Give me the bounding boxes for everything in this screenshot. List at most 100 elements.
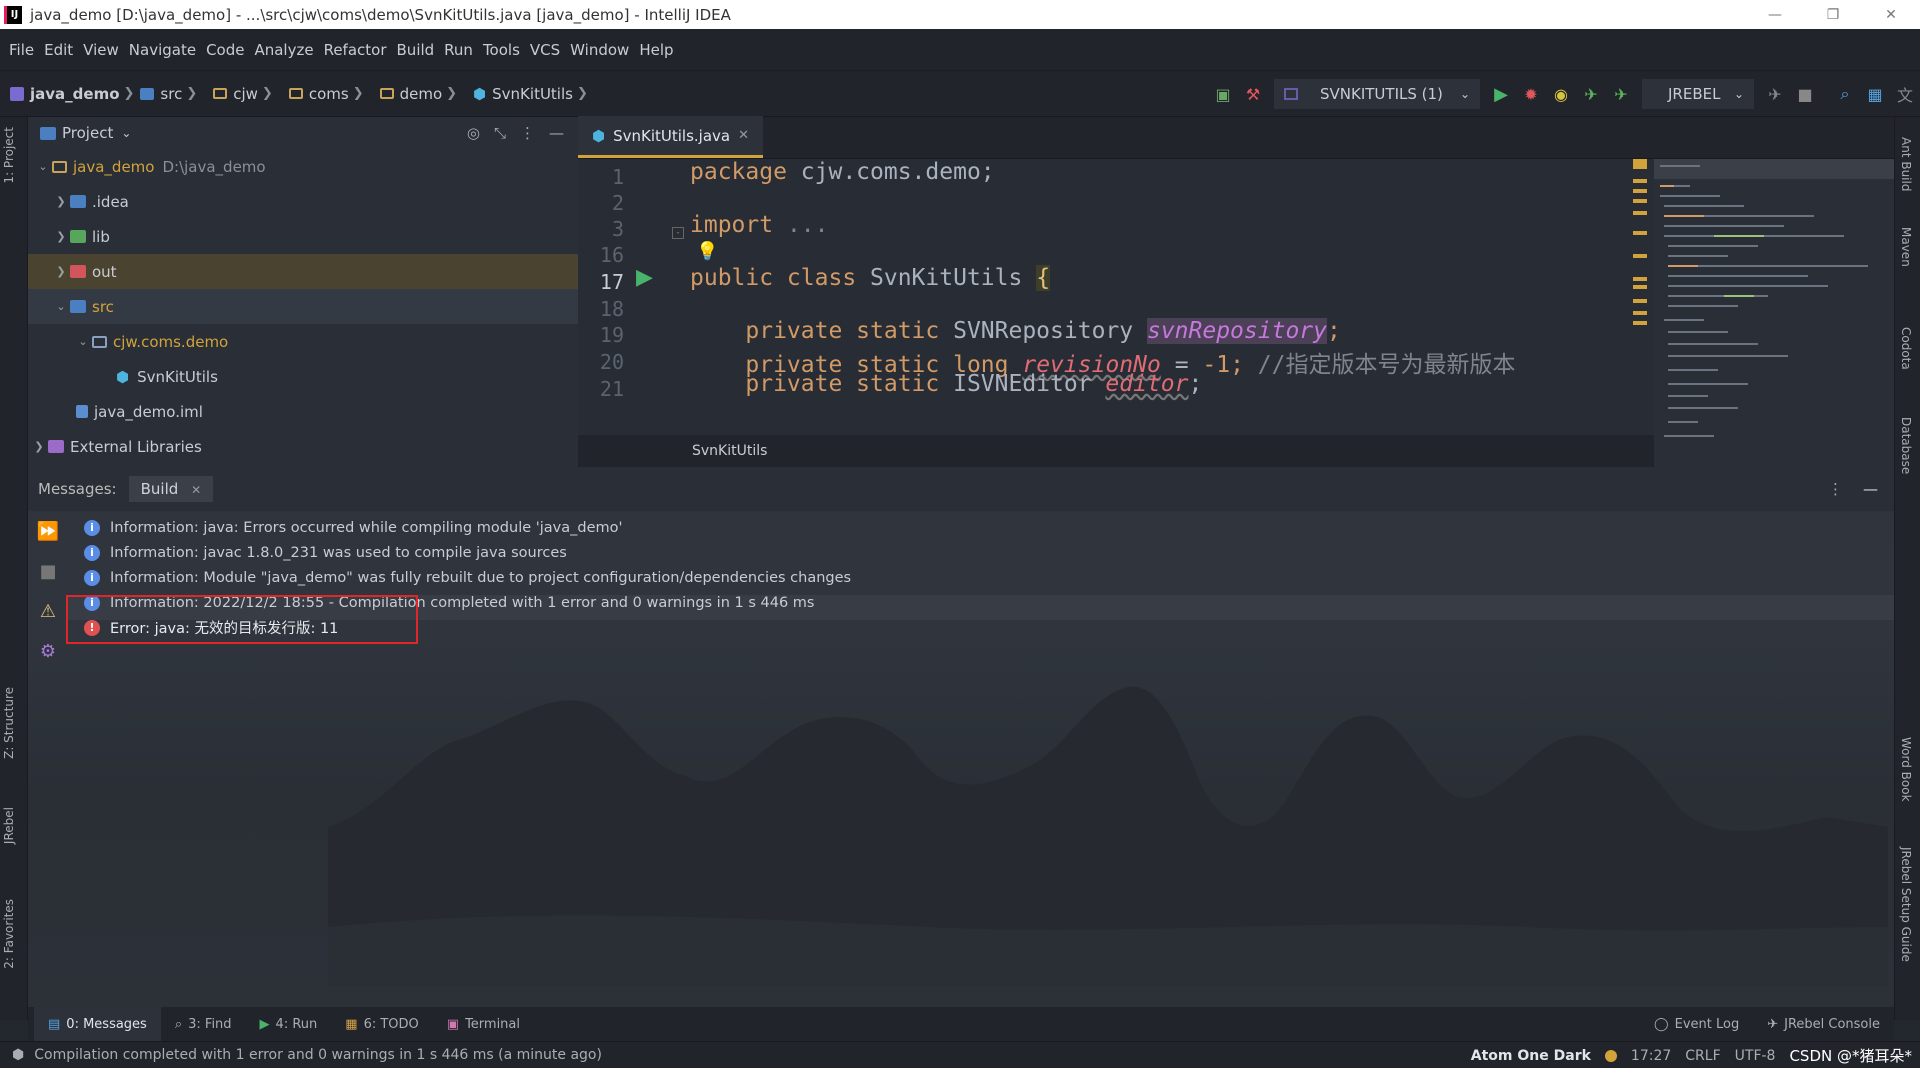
file-encoding[interactable]: UTF-8: [1735, 1048, 1776, 1064]
line-separator[interactable]: CRLF: [1685, 1048, 1720, 1064]
tool-tab-ant-build[interactable]: Ant Build: [1899, 137, 1913, 191]
editor-tab-svnkitutils[interactable]: ⬢ SvnKitUtils.java ✕: [578, 116, 764, 158]
tool-tab-favorites[interactable]: 2: Favorites: [2, 899, 16, 969]
more-options-icon[interactable]: ⋮: [520, 124, 535, 142]
lightbulb-icon[interactable]: 💡: [696, 241, 718, 262]
terminal-icon[interactable]: ▣: [1208, 79, 1238, 109]
breadcrumb-src[interactable]: src: [160, 85, 182, 103]
chevron-right-icon[interactable]: ❯: [52, 265, 70, 278]
tool-tab-jrebel-setup-guide[interactable]: JRebel Setup Guide: [1899, 847, 1913, 962]
tree-item-java-demo[interactable]: ⌄ java_demo D:\java_demo: [28, 149, 578, 184]
tool-tab-structure[interactable]: Z: Structure: [2, 687, 16, 759]
tree-item-lib[interactable]: ❯ lib: [28, 219, 578, 254]
status-build-icon[interactable]: ⬢: [12, 1047, 24, 1063]
breadcrumb-svnkitutils[interactable]: SvnKitUtils: [492, 85, 573, 103]
tool-tab-codota[interactable]: Codota: [1899, 327, 1913, 370]
tool-tab-project[interactable]: 1: Project: [2, 127, 16, 184]
menu-help[interactable]: Help: [634, 41, 678, 59]
tool-tab-event-log[interactable]: ◯ Event Log: [1640, 1007, 1753, 1041]
stop-icon[interactable]: ■: [28, 551, 68, 591]
project-structure-icon[interactable]: ▦: [1860, 79, 1890, 109]
more-options-icon[interactable]: ⋮: [1828, 480, 1843, 498]
chevron-right-icon[interactable]: ❯: [30, 440, 48, 453]
status-text[interactable]: Compilation completed with 1 error and 0…: [34, 1047, 602, 1063]
message-row[interactable]: i Information: Module "java_demo" was fu…: [84, 565, 851, 590]
chevron-down-icon[interactable]: ⌄: [52, 300, 70, 313]
menu-refactor[interactable]: Refactor: [319, 41, 392, 59]
warning-filter-icon[interactable]: ⚠: [28, 591, 68, 631]
rerun-icon[interactable]: ⏩: [28, 511, 68, 551]
tree-item-package[interactable]: ⌄ cjw.coms.demo: [28, 324, 578, 359]
restore-icon[interactable]: ❐: [1804, 0, 1862, 29]
tool-tab-jrebel-console[interactable]: ✈ JRebel Console: [1753, 1007, 1894, 1041]
breadcrumb-coms[interactable]: coms: [309, 85, 349, 103]
locate-icon[interactable]: ◎: [467, 124, 480, 142]
error-stripe[interactable]: [1630, 159, 1648, 435]
cursor-position[interactable]: 17:27: [1631, 1048, 1671, 1064]
tree-item-idea[interactable]: ❯ .idea: [28, 184, 578, 219]
fold-icon[interactable]: -: [672, 227, 684, 239]
tool-tab-todo[interactable]: ▦ 6: TODO: [331, 1007, 433, 1041]
menu-build[interactable]: Build: [392, 41, 440, 59]
message-row[interactable]: i Information: java: Errors occurred whi…: [84, 515, 622, 540]
tree-item-out[interactable]: ❯ out: [28, 254, 578, 289]
menu-window[interactable]: Window: [565, 41, 634, 59]
menu-run[interactable]: Run: [439, 41, 478, 59]
code-content[interactable]: package cjw.coms.demo; import ... 💡 publ…: [690, 159, 1790, 435]
chevron-down-icon[interactable]: ⌄: [121, 126, 131, 140]
hide-panel-icon[interactable]: —: [1863, 480, 1878, 498]
chevron-down-icon[interactable]: ⌄: [74, 335, 92, 348]
run-gutter-icon[interactable]: ▶: [636, 265, 653, 290]
tool-tab-database[interactable]: Database: [1899, 417, 1913, 474]
project-view-selector[interactable]: Project: [62, 124, 113, 142]
tool-tab-jrebel[interactable]: JRebel: [2, 807, 16, 844]
close-tab-icon[interactable]: ✕: [738, 128, 749, 143]
run-icon[interactable]: ▶: [1486, 79, 1516, 109]
tool-tab-messages[interactable]: ▤ 0: Messages: [34, 1007, 161, 1041]
jrebel-run-icon[interactable]: ✈: [1576, 79, 1606, 109]
settings-icon[interactable]: ⚙: [28, 631, 68, 671]
translate-icon[interactable]: 文: [1890, 79, 1920, 109]
jrebel-selector[interactable]: JREBEL ⌄: [1642, 79, 1754, 109]
tool-tab-find[interactable]: ⌕ 3: Find: [161, 1007, 246, 1041]
tree-item-iml[interactable]: java_demo.iml: [28, 394, 578, 429]
menu-tools[interactable]: Tools: [478, 41, 525, 59]
menu-code[interactable]: Code: [201, 41, 249, 59]
editor-footer-breadcrumb[interactable]: SvnKitUtils: [578, 435, 1678, 467]
tree-item-external-libraries[interactable]: ❯ External Libraries: [28, 429, 578, 464]
menu-edit[interactable]: Edit: [39, 41, 78, 59]
coverage-icon[interactable]: ◉: [1546, 79, 1576, 109]
hide-panel-icon[interactable]: —: [549, 124, 564, 142]
tool-tab-maven[interactable]: Maven: [1899, 227, 1913, 267]
close-tab-icon[interactable]: ✕: [191, 483, 201, 497]
breadcrumb-java-demo[interactable]: java_demo: [30, 85, 120, 103]
minimize-icon[interactable]: —: [1746, 0, 1804, 29]
tree-item-svnkitutils[interactable]: ⬢ SvnKitUtils: [28, 359, 578, 394]
menu-file[interactable]: File: [4, 41, 39, 59]
jrebel-update-icon[interactable]: ✈: [1760, 79, 1790, 109]
menu-view[interactable]: View: [78, 41, 124, 59]
menu-navigate[interactable]: Navigate: [124, 41, 201, 59]
messages-tab-build[interactable]: Build ✕: [128, 476, 214, 502]
debug-icon[interactable]: ✹: [1516, 79, 1546, 109]
breadcrumb-cjw[interactable]: cjw: [233, 85, 258, 103]
chevron-right-icon[interactable]: ❯: [52, 195, 70, 208]
search-icon[interactable]: ⌕: [1830, 79, 1860, 109]
breadcrumb-demo[interactable]: demo: [400, 85, 443, 103]
tool-tab-run[interactable]: ▶ 4: Run: [246, 1007, 332, 1041]
close-icon[interactable]: ✕: [1862, 0, 1920, 29]
tree-item-src[interactable]: ⌄ src: [28, 289, 578, 324]
chevron-down-icon[interactable]: ⌄: [34, 160, 52, 173]
jrebel-debug-icon[interactable]: ✈: [1606, 79, 1636, 109]
chevron-right-icon[interactable]: ❯: [52, 230, 70, 243]
collapse-all-icon[interactable]: ⤡: [494, 124, 506, 142]
stop-icon[interactable]: ■: [1790, 79, 1820, 109]
menu-analyze[interactable]: Analyze: [249, 41, 318, 59]
menu-vcs[interactable]: VCS: [525, 41, 565, 59]
message-row[interactable]: i Information: javac 1.8.0_231 was used …: [84, 540, 567, 565]
run-config-selector[interactable]: SVNKITUTILS (1) ⌄: [1274, 79, 1480, 109]
tool-tab-terminal[interactable]: ▣ Terminal: [433, 1007, 534, 1041]
theme-label[interactable]: Atom One Dark: [1471, 1048, 1591, 1064]
code-minimap[interactable]: [1654, 159, 1894, 467]
tool-tab-word-book[interactable]: Word Book: [1899, 737, 1913, 802]
